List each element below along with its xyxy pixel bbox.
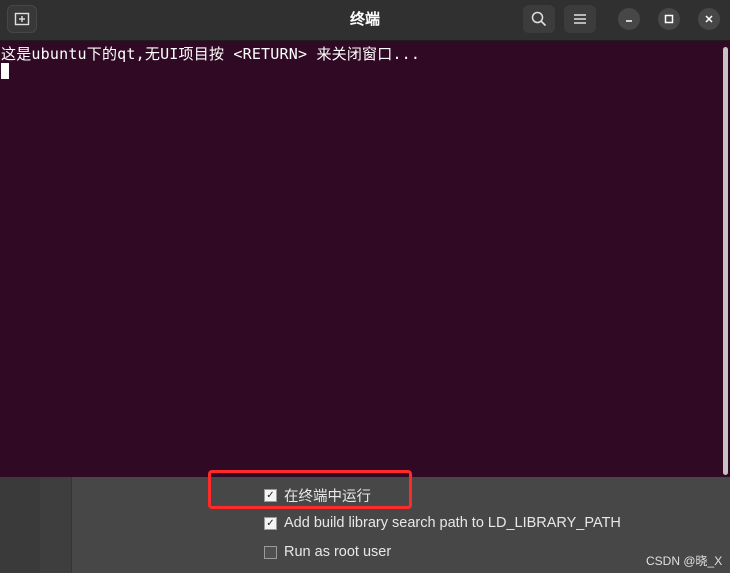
close-icon (705, 15, 713, 23)
hamburger-menu-icon (574, 14, 586, 24)
ld-library-path-option[interactable]: ✓ Add build library search path to LD_LI… (264, 515, 621, 531)
run-as-root-label: Run as root user (284, 544, 392, 560)
search-icon (531, 11, 547, 27)
menu-button[interactable] (564, 5, 596, 33)
minimize-icon (626, 20, 632, 22)
ide-mode-bar (0, 477, 40, 573)
ld-library-path-label: Add build library search path to LD_LIBR… (284, 515, 621, 531)
ld-library-path-checkbox[interactable]: ✓ (264, 516, 277, 530)
maximize-icon (664, 14, 674, 24)
minimize-button[interactable] (618, 8, 640, 30)
search-button[interactable] (523, 5, 555, 33)
red-highlight-annotation (208, 470, 412, 509)
checkmark-icon: ✓ (266, 517, 275, 529)
run-as-root-option[interactable]: Run as root user (264, 544, 391, 560)
run-as-root-checkbox[interactable] (264, 545, 277, 559)
maximize-button[interactable] (658, 8, 680, 30)
terminal-scrollbar[interactable] (723, 47, 728, 475)
close-button[interactable] (698, 8, 720, 30)
ide-sidebar (0, 477, 72, 573)
terminal-cursor (1, 63, 9, 79)
new-tab-icon (14, 12, 30, 26)
title-bar: 终端 (0, 0, 730, 41)
terminal-output-area[interactable]: 这是ubuntu下的qt,无UI项目按 <RETURN> 来关闭窗口... (0, 41, 730, 477)
terminal-window: 终端 这是ubuntu下的qt,无UI项目按 <RETURN> 来关闭窗口... (0, 0, 730, 477)
new-tab-button[interactable] (7, 5, 37, 33)
terminal-output-line: 这是ubuntu下的qt,无UI项目按 <RETURN> 来关闭窗口... (1, 45, 421, 63)
csdn-watermark: CSDN @晓_X (646, 554, 723, 568)
